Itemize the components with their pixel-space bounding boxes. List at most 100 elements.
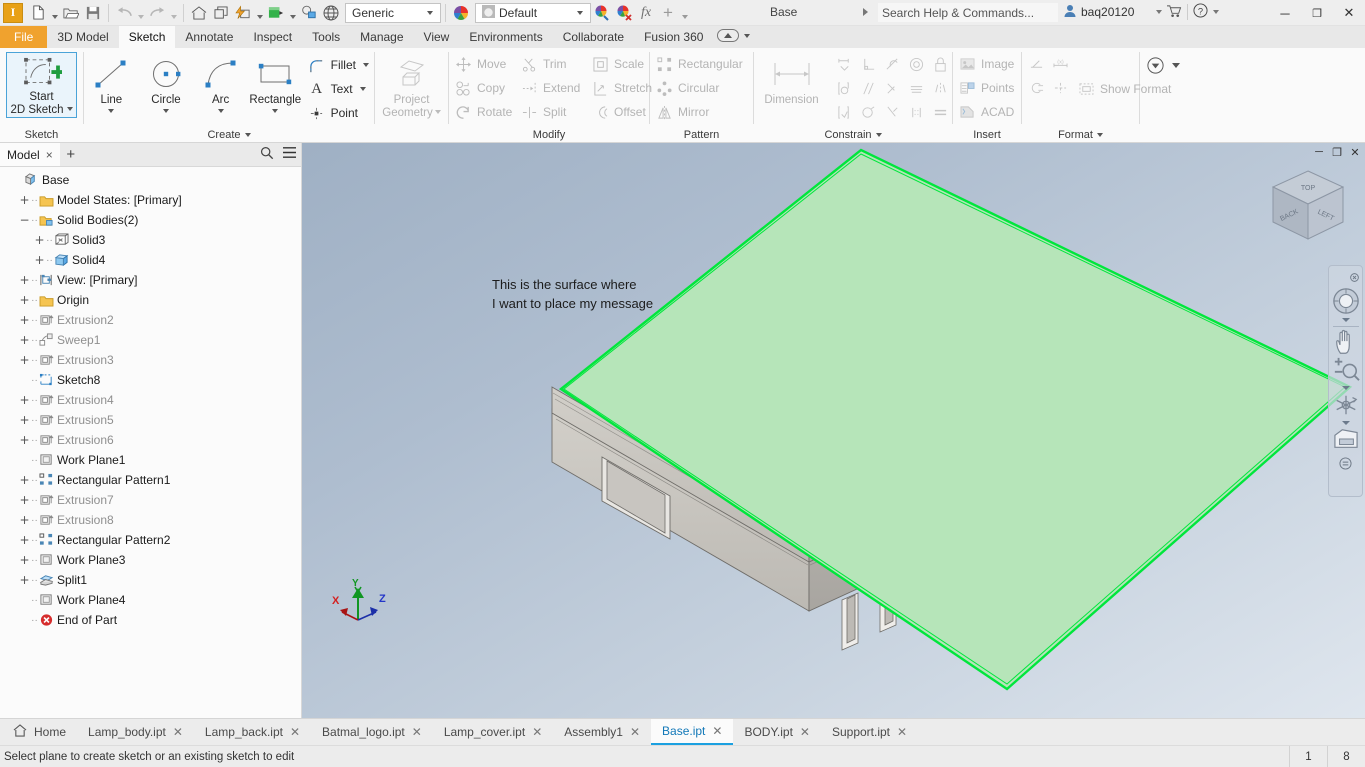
ribbon-tab-view[interactable]: View	[414, 26, 460, 48]
rotate-button[interactable]: Rotate	[449, 100, 515, 124]
close-icon[interactable]: ×	[46, 148, 53, 162]
tree-item[interactable]: + ·· Rectangular Pattern1	[0, 470, 301, 490]
tree-item[interactable]: + ·· Work Plane3	[0, 550, 301, 570]
redo-icon[interactable]	[146, 2, 168, 24]
browser-tab-model[interactable]: Model ×	[0, 143, 60, 166]
search-expand-arrow-icon[interactable]	[863, 8, 868, 16]
user-menu-caret[interactable]	[1156, 10, 1163, 14]
tree-expander-icon[interactable]: +	[18, 193, 31, 207]
orbit-icon[interactable]	[1329, 392, 1362, 418]
viewport-restore-button[interactable]: ❐	[1329, 145, 1345, 159]
constraint-settings-icon[interactable]	[832, 100, 856, 124]
cart-icon[interactable]	[1166, 4, 1182, 21]
rectangle-button[interactable]: Rectangle	[248, 52, 303, 113]
doc-tab-assembly1[interactable]: Assembly1 ✕	[553, 719, 651, 745]
close-icon[interactable]: ✕	[412, 725, 422, 739]
orbit-dropdown-icon[interactable]	[1341, 418, 1350, 427]
clear-appearance-icon[interactable]	[613, 2, 635, 24]
show-constraints-icon[interactable]	[832, 76, 856, 100]
tree-expander-icon[interactable]: +	[18, 353, 31, 367]
tree-expander-icon[interactable]: +	[18, 513, 31, 527]
appearance-combo[interactable]: Default	[475, 2, 591, 23]
centerline-icon[interactable]	[1024, 76, 1048, 100]
doc-tab-batmal-logo-ipt[interactable]: Batmal_logo.ipt ✕	[311, 719, 433, 745]
tree-expander-icon[interactable]: +	[18, 433, 31, 447]
doc-tab-lamp-cover-ipt[interactable]: Lamp_cover.ipt ✕	[433, 719, 553, 745]
vertical-icon[interactable]	[904, 100, 928, 124]
fix-icon[interactable]	[928, 52, 952, 76]
smooth-icon[interactable]	[856, 100, 880, 124]
circle-caret[interactable]	[162, 109, 169, 113]
trim-button[interactable]: Trim	[515, 52, 586, 76]
ribbon-tab-fusion-360[interactable]: Fusion 360	[634, 26, 713, 48]
tree-item[interactable]: + ·· Extrusion7	[0, 490, 301, 510]
tree-item[interactable]: + ·· View: [Primary]	[0, 270, 301, 290]
ribbon-tab-file[interactable]: File	[0, 26, 48, 48]
tree-item[interactable]: + ·· Rectangular Pattern2	[0, 530, 301, 550]
tree-item[interactable]: + ·· Extrusion8	[0, 510, 301, 530]
ribbon-tab-sketch[interactable]: Sketch	[118, 26, 176, 48]
viewport-minimize-button[interactable]: ─	[1311, 145, 1327, 159]
finish-sketch-dropdown-icon[interactable]	[1146, 56, 1165, 80]
point-button[interactable]: Point	[303, 101, 374, 125]
undo-caret[interactable]	[135, 2, 146, 24]
collinear-icon[interactable]	[904, 76, 928, 100]
format-panel-dropdown-icon[interactable]	[1096, 133, 1103, 137]
search-input[interactable]: Search Help & Commands...	[878, 3, 1058, 22]
ribbon-tab-inspect[interactable]: Inspect	[243, 26, 302, 48]
doc-tab-body-ipt[interactable]: BODY.ipt ✕	[733, 719, 821, 745]
overflow-caret[interactable]	[1172, 63, 1180, 68]
text-caret[interactable]	[359, 87, 366, 91]
circle-button[interactable]: Circle	[139, 52, 194, 113]
help-menu-caret[interactable]	[1213, 10, 1220, 14]
lightning-caret[interactable]	[254, 2, 265, 24]
tree-item[interactable]: + ·· Sweep1	[0, 330, 301, 350]
sphere-grid-icon[interactable]	[320, 2, 342, 24]
extend-button[interactable]: Extend	[515, 76, 586, 100]
inventor-logo[interactable]: I	[3, 2, 23, 23]
arc-button[interactable]: Arc	[193, 52, 248, 113]
restore-button[interactable]: ❐	[1301, 0, 1333, 26]
tree-item[interactable]: + ·· Extrusion6	[0, 430, 301, 450]
image-button[interactable]: Image	[953, 52, 1019, 76]
tree-item[interactable]: + ·· Extrusion3	[0, 350, 301, 370]
pan-icon[interactable]	[1329, 329, 1362, 357]
tree-item[interactable]: + ·· Extrusion5	[0, 410, 301, 430]
save-icon[interactable]	[82, 2, 104, 24]
model-3d-graphic[interactable]	[302, 143, 1365, 718]
tree-item[interactable]: ·· Sketch8	[0, 370, 301, 390]
zoom-icon[interactable]	[1329, 357, 1362, 383]
close-icon[interactable]: ✕	[290, 725, 300, 739]
tree-item[interactable]: + ·· Extrusion2	[0, 310, 301, 330]
fillet-caret[interactable]	[362, 63, 369, 67]
tree-item[interactable]: + ·· Model States: [Primary]	[0, 190, 301, 210]
circular-pattern-button[interactable]: Circular	[650, 76, 748, 100]
move-button[interactable]: Move	[449, 52, 515, 76]
fx-icon[interactable]: fx	[635, 2, 657, 24]
material-swatch-icon[interactable]	[265, 2, 287, 24]
project-geometry-caret[interactable]	[434, 110, 441, 114]
doc-tab-lamp-body-ipt[interactable]: Lamp_body.ipt ✕	[77, 719, 194, 745]
parallel-icon[interactable]	[856, 76, 880, 100]
full-navigation-wheel-icon[interactable]	[1329, 287, 1362, 315]
return-icon[interactable]	[210, 2, 232, 24]
line-caret[interactable]	[108, 109, 115, 113]
rectangular-pattern-button[interactable]: Rectangular	[650, 52, 748, 76]
navbar-options-icon[interactable]	[1339, 457, 1352, 475]
offset-button[interactable]: Offset	[586, 100, 649, 124]
tree-item[interactable]: + ·· Split1	[0, 570, 301, 590]
auto-dimension-icon[interactable]	[832, 52, 856, 76]
redo-caret[interactable]	[168, 2, 179, 24]
fillet-button[interactable]: Fillet	[303, 53, 374, 77]
perpendicular-icon[interactable]	[856, 52, 880, 76]
tree-expander-icon[interactable]: +	[18, 473, 31, 487]
material-caret[interactable]	[287, 2, 298, 24]
help-icon[interactable]: ?	[1193, 3, 1208, 21]
viewcube[interactable]: TOP BACK LEFT	[1267, 165, 1349, 253]
ribbon-collapse-caret[interactable]	[744, 33, 750, 38]
tree-expander-icon[interactable]: +	[18, 273, 31, 287]
tree-item[interactable]: ·· Work Plane1	[0, 450, 301, 470]
ribbon-tab-environments[interactable]: Environments	[459, 26, 552, 48]
look-at-icon[interactable]	[1329, 427, 1362, 451]
ribbon-collapse-control[interactable]	[717, 29, 750, 42]
